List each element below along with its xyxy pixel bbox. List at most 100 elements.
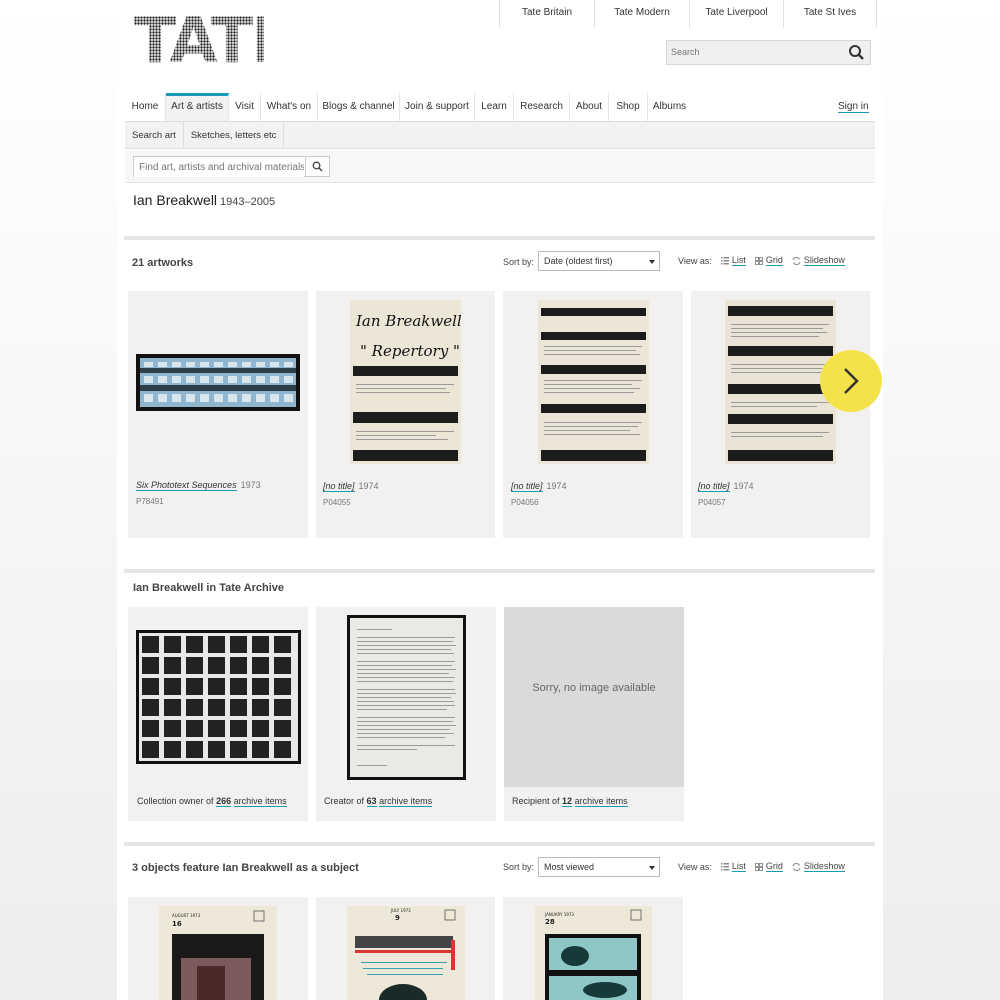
- artwork-accession: P04057: [698, 498, 726, 507]
- archive-items-link[interactable]: archive items: [233, 796, 287, 807]
- sub-nav: Search art Sketches, letters etc: [125, 122, 875, 149]
- view-grid-option[interactable]: Grid: [754, 255, 783, 266]
- artist-dates: 1943–2005: [220, 196, 276, 208]
- sort-select-value: Date (oldest first): [544, 256, 613, 266]
- search-icon: [312, 161, 323, 172]
- section-divider: [124, 236, 875, 240]
- grid-icon: [754, 862, 763, 871]
- svg-text:28: 28: [545, 918, 555, 926]
- svg-text:9: 9: [395, 914, 400, 922]
- artwork-title-link[interactable]: Six Phototext Sequences: [136, 480, 237, 491]
- sort-label: Sort by:: [503, 862, 535, 872]
- sort-select[interactable]: Date (oldest first): [538, 251, 660, 271]
- find-input[interactable]: [134, 158, 304, 177]
- artwork-image-phototext[interactable]: [136, 354, 300, 411]
- dropdown-arrow-icon: [649, 260, 655, 264]
- grid-icon: [754, 256, 763, 265]
- nav-item-home[interactable]: Home: [125, 93, 166, 121]
- svg-text:JULY 1973: JULY 1973: [390, 908, 411, 913]
- nav-item-about[interactable]: About: [570, 93, 609, 121]
- svg-text:16: 16: [172, 920, 182, 928]
- view-as: View as: List Grid Slideshow: [678, 861, 845, 872]
- artworks-heading: 21 artworks: [132, 257, 194, 269]
- artwork-accession: P04055: [323, 498, 351, 507]
- artwork-caption: [no title] 1974: [511, 481, 567, 492]
- nav-item-learn[interactable]: Learn: [475, 93, 514, 121]
- artwork-caption: [no title] 1974: [323, 481, 379, 492]
- site-links: Tate Britain Tate Modern Tate Liverpool …: [499, 0, 877, 28]
- archive-items-link[interactable]: archive items: [574, 796, 628, 807]
- artwork-accession: P04056: [511, 498, 539, 507]
- sort-select-value: Most viewed: [544, 862, 595, 872]
- archive-heading: Ian Breakwell in Tate Archive: [133, 582, 285, 594]
- svg-text:TATE: TATE: [134, 10, 264, 65]
- artwork-title-link[interactable]: [no title]: [323, 481, 355, 492]
- artwork-accession: P78491: [136, 497, 164, 506]
- nav-item-art-artists[interactable]: Art & artists: [166, 93, 229, 121]
- slideshow-icon: [792, 256, 801, 265]
- sign-in-link[interactable]: Sign in: [838, 101, 869, 113]
- tate-logo[interactable]: TATE: [134, 10, 264, 65]
- artwork-title-link[interactable]: [no title]: [698, 481, 730, 492]
- svg-text:AUGUST 1973: AUGUST 1973: [172, 913, 201, 918]
- archive-image-typed-letter[interactable]: [347, 615, 466, 780]
- artist-title: Ian Breakwell 1943–2005: [133, 192, 275, 208]
- subjects-heading: 3 objects feature Ian Breakwell as a sub…: [132, 862, 359, 874]
- view-as-label: View as:: [678, 861, 712, 872]
- subject-image-calendar-january[interactable]: JANUARY 1973 28: [535, 906, 652, 1000]
- sort-select[interactable]: Most viewed: [538, 857, 660, 877]
- list-icon: [720, 862, 729, 870]
- nav-item-shop[interactable]: Shop: [609, 93, 648, 121]
- archive-count[interactable]: 266: [216, 796, 232, 807]
- site-link-tate-st-ives[interactable]: Tate St Ives: [784, 0, 877, 28]
- artwork-caption: Six Phototext Sequences 1973: [136, 480, 261, 491]
- nav-item-research[interactable]: Research: [514, 93, 570, 121]
- archive-image-contact-sheet[interactable]: [136, 630, 301, 764]
- site-link-tate-modern[interactable]: Tate Modern: [595, 0, 690, 28]
- archive-items-link[interactable]: archive items: [379, 796, 433, 807]
- view-slideshow-option[interactable]: Slideshow: [792, 255, 845, 266]
- artwork-title-link[interactable]: [no title]: [511, 481, 543, 492]
- find-bar: [125, 150, 875, 183]
- sort-label: Sort by:: [503, 257, 535, 267]
- svg-text:JANUARY 1973: JANUARY 1973: [544, 912, 574, 917]
- archive-caption: Recipient of 12 archive items: [512, 796, 628, 807]
- site-search-input[interactable]: [667, 41, 837, 63]
- nav-item-albums[interactable]: Albums: [648, 93, 691, 121]
- main-nav: Home Art & artists Visit What's on Blogs…: [125, 93, 875, 122]
- list-icon: [720, 256, 729, 264]
- nav-item-whats-on[interactable]: What's on: [261, 93, 318, 121]
- section-divider: [124, 569, 875, 573]
- no-image-placeholder: Sorry, no image available: [504, 607, 684, 787]
- svg-text:Ian Breakwell: Ian Breakwell: [355, 312, 461, 330]
- nav-item-visit[interactable]: Visit: [229, 93, 261, 121]
- subject-image-calendar-july[interactable]: JULY 1973 9: [347, 906, 465, 1000]
- view-slideshow-option[interactable]: Slideshow: [792, 861, 845, 872]
- slideshow-icon: [792, 862, 801, 871]
- find-search-button[interactable]: [305, 157, 329, 176]
- artwork-image-phototext-page[interactable]: [538, 300, 649, 464]
- view-as: View as: List Grid Slideshow: [678, 255, 845, 266]
- nav-item-join-support[interactable]: Join & support: [400, 93, 475, 121]
- carousel-next-button[interactable]: [820, 350, 882, 412]
- site-link-tate-liverpool[interactable]: Tate Liverpool: [690, 0, 784, 28]
- dropdown-arrow-icon: [649, 866, 655, 870]
- search-icon[interactable]: [848, 44, 865, 61]
- nav-item-blogs-channel[interactable]: Blogs & channel: [318, 93, 400, 121]
- subnav-item-search-art[interactable]: Search art: [125, 122, 184, 149]
- archive-count[interactable]: 12: [562, 796, 573, 807]
- svg-text:" Repertory ": " Repertory ": [360, 342, 460, 360]
- view-grid-option[interactable]: Grid: [754, 861, 783, 872]
- subject-image-calendar-august[interactable]: AUGUST 1973 16: [159, 906, 277, 1000]
- site-link-tate-britain[interactable]: Tate Britain: [500, 0, 595, 28]
- archive-caption: Collection owner of 266 archive items: [137, 796, 287, 807]
- archive-count[interactable]: 63: [366, 796, 377, 807]
- artist-name: Ian Breakwell: [133, 192, 218, 208]
- view-as-label: View as:: [678, 255, 712, 266]
- section-divider: [124, 842, 875, 846]
- subnav-item-sketches-letters[interactable]: Sketches, letters etc: [184, 122, 285, 149]
- artwork-image-repertory[interactable]: Ian Breakwell " Repertory ": [350, 300, 461, 464]
- view-list-option[interactable]: List: [720, 255, 746, 266]
- view-list-option[interactable]: List: [720, 861, 746, 872]
- chevron-right-icon: [844, 368, 859, 394]
